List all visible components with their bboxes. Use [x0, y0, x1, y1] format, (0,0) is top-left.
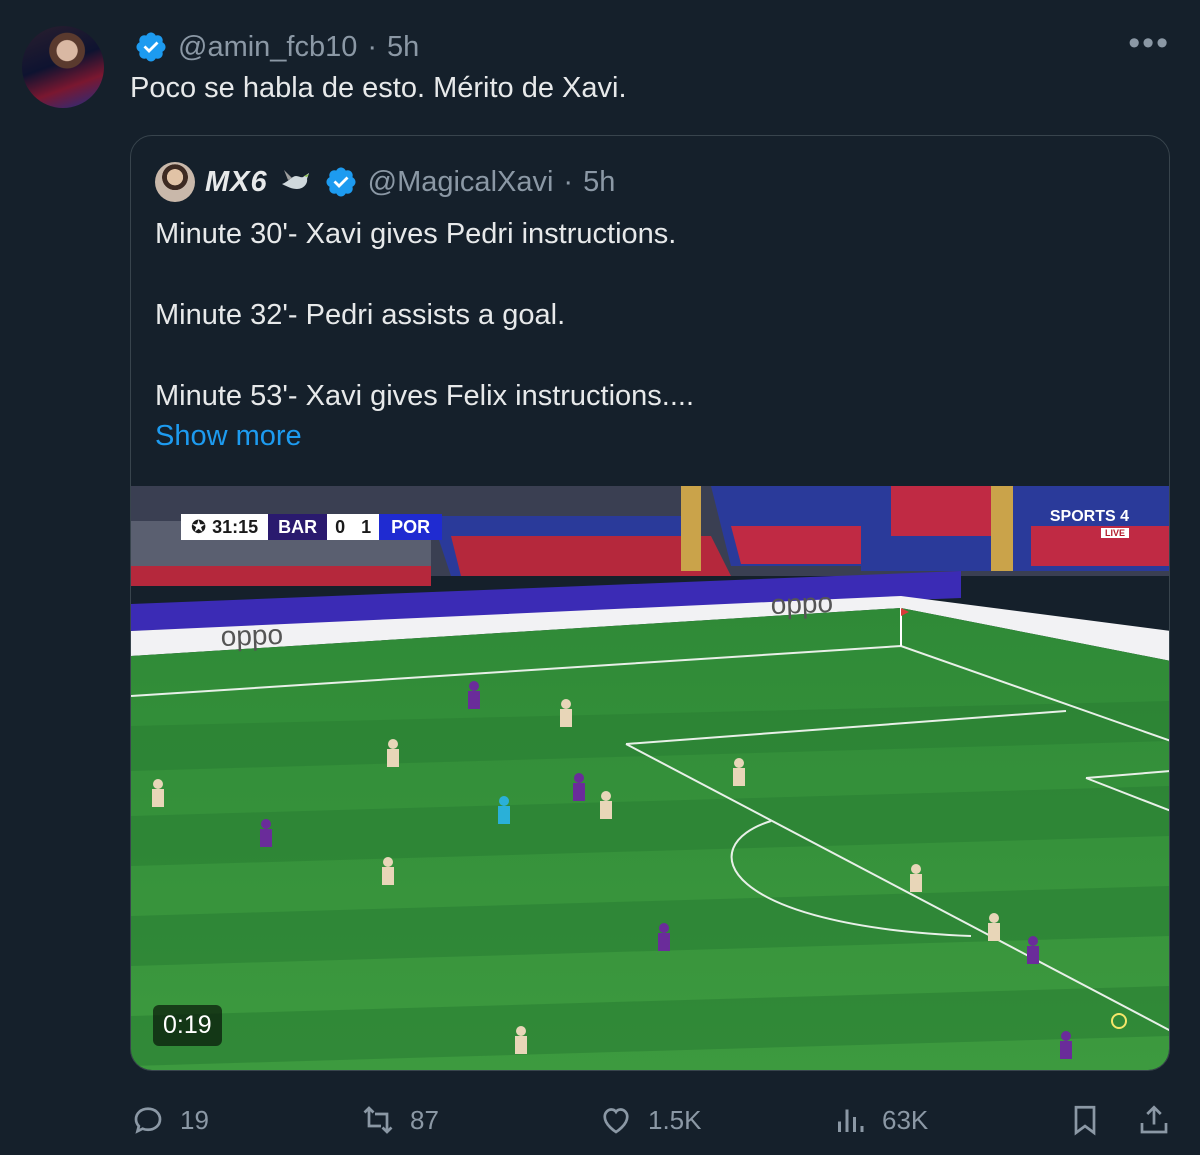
home-score: 0	[327, 514, 354, 540]
bookmark-button[interactable]	[1067, 1095, 1103, 1145]
broadcaster-name: SPORTS 4	[1049, 508, 1129, 525]
quoted-tweet-card[interactable]: MX6 @MagicalXavi · 5h Minute 30'- Xavi g…	[130, 135, 1170, 1071]
quoted-avatar[interactable]	[155, 162, 195, 202]
tweet-actions: 19 87 1.5K 63K	[0, 1095, 1200, 1145]
home-team: BAR	[268, 514, 328, 540]
retweet-icon	[363, 1106, 393, 1134]
reply-button[interactable]: 19	[130, 1095, 209, 1145]
share-button[interactable]	[1136, 1095, 1172, 1145]
like-count: 1.5K	[648, 1104, 702, 1135]
share-icon	[1140, 1105, 1168, 1134]
verified-badge-icon	[136, 32, 166, 62]
views-button[interactable]: 63K	[832, 1095, 928, 1145]
tweet-text: Poco se habla de esto. Mérito de Xavi.	[130, 72, 627, 104]
dove-icon	[281, 170, 309, 189]
video-player[interactable]: oppo oppo ✪ 31:15 BAR 0 1 POR SPORTS 4 L…	[131, 486, 1169, 1070]
scorebug: ✪ 31:15 BAR 0 1 POR	[181, 514, 443, 540]
separator-dot: ·	[563, 165, 574, 198]
quoted-text: Minute 30'- Xavi gives Pedri instruction…	[155, 214, 694, 456]
match-clock: 31:15	[212, 516, 259, 537]
like-button[interactable]: 1.5K	[598, 1095, 702, 1145]
views-icon	[838, 1109, 864, 1132]
quoted-header: MX6 @MagicalXavi · 5h	[155, 162, 615, 202]
more-options-icon[interactable]: •••	[1128, 26, 1170, 60]
champions-league-icon: ✪	[191, 516, 207, 537]
video-duration: 0:19	[153, 1005, 222, 1046]
quoted-handle[interactable]: @MagicalXavi	[368, 166, 554, 199]
retweet-button[interactable]: 87	[360, 1095, 439, 1145]
tweet-time[interactable]: 5h	[387, 31, 419, 64]
author-avatar[interactable]	[22, 26, 104, 108]
bookmark-icon	[1074, 1105, 1096, 1136]
heart-icon	[603, 1108, 629, 1134]
quoted-line: Minute 30'- Xavi gives Pedri instruction…	[155, 218, 677, 250]
show-more-link[interactable]: Show more	[155, 416, 694, 456]
broadcaster-logo: SPORTS 4 LIVE	[1050, 508, 1129, 538]
quoted-display-name[interactable]: MX6	[205, 166, 268, 199]
reply-count: 19	[180, 1104, 209, 1135]
retweet-count: 87	[410, 1104, 439, 1135]
separator-dot: ·	[367, 30, 378, 63]
reply-icon	[134, 1107, 162, 1134]
quoted-verified-badge-icon	[326, 167, 356, 197]
quoted-line: Minute 53'- Xavi gives Felix instruction…	[155, 380, 695, 412]
away-team: POR	[379, 514, 443, 540]
live-badge: LIVE	[1100, 528, 1129, 538]
board-brand-left: oppo	[220, 619, 283, 652]
board-brand-right: oppo	[770, 587, 833, 620]
author-handle[interactable]: @amin_fcb10	[178, 31, 357, 64]
view-count: 63K	[882, 1104, 929, 1135]
scorebug-clock: ✪ 31:15	[181, 514, 269, 540]
quoted-time[interactable]: 5h	[583, 166, 615, 199]
quoted-line: Minute 32'- Pedri assists a goal.	[155, 299, 566, 331]
tweet-header: @amin_fcb10 · 5h	[134, 30, 419, 64]
away-score: 1	[353, 514, 380, 540]
video-frame: oppo oppo	[131, 486, 1169, 1070]
